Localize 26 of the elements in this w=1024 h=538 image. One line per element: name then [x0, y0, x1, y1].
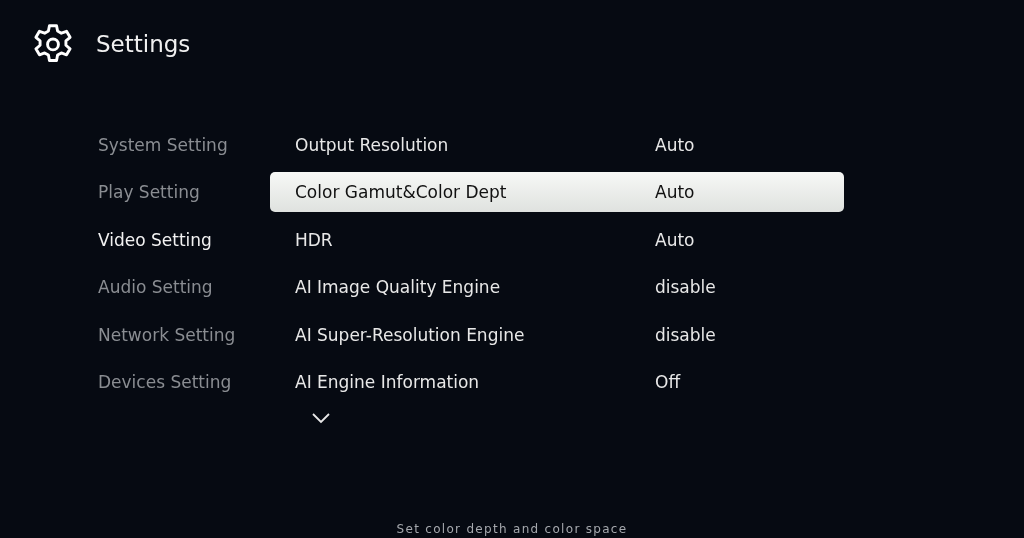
- sidebar-item[interactable]: Network Setting: [98, 311, 270, 359]
- page-title: Settings: [96, 31, 191, 57]
- sidebar-item[interactable]: Devices Setting: [98, 358, 270, 406]
- sidebar-item[interactable]: Play Setting: [98, 168, 270, 216]
- setting-row[interactable]: AI Engine Information Off: [270, 362, 844, 403]
- setting-row[interactable]: AI Image Quality Engine disable: [270, 267, 844, 308]
- setting-label: HDR: [295, 229, 334, 250]
- setting-label: AI Engine Information: [295, 372, 481, 393]
- setting-value: disable: [655, 324, 716, 345]
- setting-row[interactable]: AI Super-Resolution Engine disable: [270, 314, 844, 355]
- setting-value: disable: [655, 277, 716, 298]
- setting-value: Auto: [655, 134, 695, 155]
- setting-row[interactable]: Output Resolution Auto: [270, 124, 844, 165]
- hint-text: Set color depth and color space: [395, 522, 629, 538]
- sidebar-item[interactable]: Audio Setting: [98, 263, 270, 311]
- setting-label: Output Resolution: [295, 134, 450, 155]
- setting-label: AI Super-Resolution Engine: [295, 324, 526, 345]
- setting-row[interactable]: HDR Auto: [270, 219, 844, 260]
- setting-value: Auto: [655, 182, 695, 203]
- setting-value: Auto: [655, 229, 695, 250]
- setting-label: AI Image Quality Engine: [295, 277, 502, 298]
- setting-row[interactable]: Color Gamut&Color Dept Auto: [270, 172, 844, 213]
- sidebar-item[interactable]: Video Setting: [98, 216, 270, 264]
- setting-value: Off: [655, 372, 681, 393]
- sidebar-item[interactable]: System Setting: [98, 121, 270, 169]
- setting-label: Color Gamut&Color Dept: [295, 182, 508, 203]
